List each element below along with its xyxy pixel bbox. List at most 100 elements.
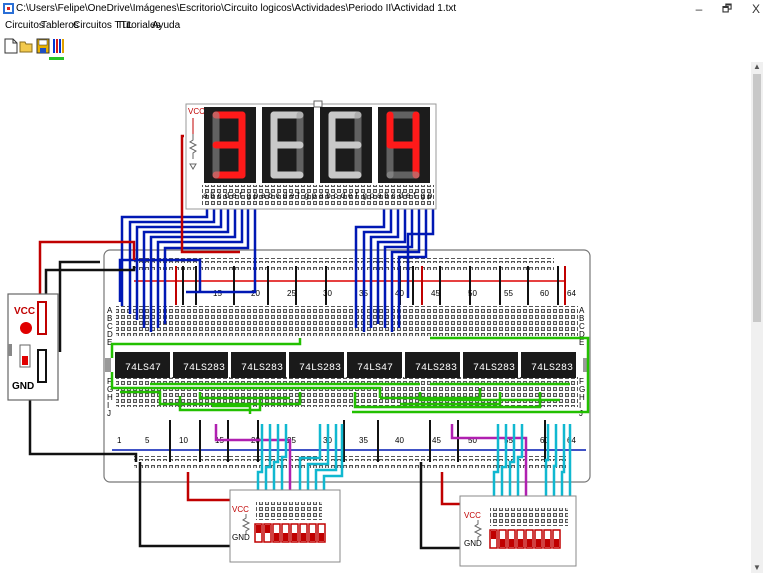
- dip-switch-knob: [536, 539, 541, 547]
- dip-switch-knob: [274, 533, 279, 541]
- dip-switch-knob: [491, 531, 496, 539]
- column-number: 25: [287, 289, 296, 298]
- column-number: 35: [359, 436, 368, 445]
- dip-switch-knob: [283, 533, 288, 541]
- chip-74ls283[interactable]: 74LS283: [173, 352, 228, 378]
- pin-label: c: [218, 191, 222, 200]
- chip-label: 74LS283: [299, 363, 341, 374]
- dip-switch-module-1[interactable]: VCC GND: [229, 489, 341, 563]
- dip-pin-holes[interactable]: [490, 508, 568, 526]
- terminal-strip-top[interactable]: [116, 306, 578, 336]
- scroll-up-arrow-icon[interactable]: ▲: [751, 62, 763, 72]
- pin-label: d: [283, 191, 287, 200]
- column-number: 15: [213, 289, 222, 298]
- menu-circuitos[interactable]: Circuitos: [5, 20, 44, 31]
- column-number: 64: [567, 289, 576, 298]
- terminal-strip-bottom[interactable]: [116, 377, 578, 407]
- column-number: 60: [540, 289, 549, 298]
- column-number: 55: [504, 289, 513, 298]
- minimize-button[interactable]: –: [686, 1, 712, 17]
- pin-label: a: [261, 191, 266, 200]
- pin-label: p: [428, 191, 433, 200]
- row-letter: E: [579, 338, 584, 347]
- pin-label: c: [392, 191, 396, 200]
- close-button[interactable]: X: [743, 1, 769, 17]
- pin-label: g: [305, 191, 309, 200]
- scroll-down-arrow-icon[interactable]: ▼: [751, 563, 763, 573]
- pin-label: c: [276, 191, 280, 200]
- dip-switch-knob: [319, 533, 324, 541]
- chip-label: 74LS283: [183, 363, 225, 374]
- chip-74ls283[interactable]: 74LS283: [231, 352, 286, 378]
- dip-switch-module-2[interactable]: VCC GND: [459, 495, 577, 567]
- pin-label: d: [341, 191, 345, 200]
- pin-label: g: [247, 191, 251, 200]
- psu-gnd-label: GND: [12, 381, 34, 392]
- chip-74ls283[interactable]: 74LS283: [289, 352, 344, 378]
- chip-label: 74LS47: [357, 363, 393, 374]
- dip-switch-knob: [292, 533, 297, 541]
- power-supply[interactable]: VCC GND: [7, 293, 59, 401]
- seven-segment-display-module[interactable]: VCC abcdefgpabcdefgpabcdefgpabcdefgp: [185, 100, 437, 210]
- pin-label: c: [334, 191, 338, 200]
- pin-label: p: [370, 191, 375, 200]
- breadboard-left-tab: [105, 358, 111, 372]
- psu-vcc-terminal[interactable]: [37, 301, 47, 335]
- chip-74ls47[interactable]: 74LS47: [115, 352, 170, 378]
- column-number: 30: [323, 289, 332, 298]
- bottom-power-rail-1[interactable]: [134, 456, 566, 461]
- pin-label: p: [254, 191, 259, 200]
- column-number: 45: [431, 289, 440, 298]
- pin-label: e: [406, 191, 411, 200]
- dip-pin-holes[interactable]: [256, 502, 322, 520]
- pin-label: a: [319, 191, 324, 200]
- power-led-icon: [20, 322, 32, 334]
- menu-bar: Circuitos Tableros Circuitos TTL Tutoria…: [0, 18, 779, 34]
- pin-label: b: [384, 191, 389, 200]
- psu-gnd-terminal[interactable]: [37, 349, 47, 383]
- chart-bars-icon[interactable]: [51, 38, 65, 54]
- chip-label: 74LS47: [125, 363, 161, 374]
- pin-label: b: [210, 191, 215, 200]
- dip-switch-knob: [545, 539, 550, 547]
- display-vcc-label: VCC: [188, 107, 205, 116]
- pin-label: g: [421, 191, 425, 200]
- dip-switch-knob: [500, 539, 505, 547]
- app-icon: [3, 3, 14, 14]
- open-folder-icon[interactable]: [19, 38, 34, 54]
- pin-label: e: [348, 191, 353, 200]
- chip-label: 74LS283: [241, 363, 283, 374]
- pin-label: p: [312, 191, 317, 200]
- column-number: 5: [145, 436, 150, 445]
- dip-vcc-label: VCC: [232, 505, 249, 514]
- title-bar: C:\Users\Felipe\OneDrive\Imágenes\Escrit…: [0, 0, 779, 18]
- chip-74ls283[interactable]: 74LS283: [521, 352, 576, 378]
- menu-ayuda[interactable]: Ayuda: [152, 20, 180, 31]
- column-number: 1: [117, 436, 122, 445]
- dip-switch-knob: [518, 539, 523, 547]
- pin-label: a: [203, 191, 208, 200]
- chip-74ls283[interactable]: 74LS283: [405, 352, 460, 378]
- maximize-button[interactable]: 🗗: [714, 1, 740, 17]
- pin-label: a: [377, 191, 382, 200]
- power-switch-lever: [22, 356, 28, 365]
- dip-gnd-label: GND: [464, 539, 482, 548]
- pin-label: b: [268, 191, 273, 200]
- active-tool-indicator: [49, 57, 64, 60]
- scroll-thumb[interactable]: [753, 74, 761, 322]
- dip-gnd-label: GND: [232, 533, 250, 542]
- dip-switch-knob: [509, 539, 514, 547]
- new-file-icon[interactable]: [4, 38, 18, 54]
- chip-74ls283[interactable]: 74LS283: [463, 352, 518, 378]
- circuit-canvas[interactable]: A B C D E A B C D E F G H I J F G H I J …: [0, 62, 750, 575]
- save-disk-icon[interactable]: [36, 38, 50, 54]
- pin-label: g: [363, 191, 367, 200]
- chip-74ls47[interactable]: 74LS47: [347, 352, 402, 378]
- vertical-scrollbar[interactable]: ▲ ▼: [751, 62, 763, 573]
- dip-vcc-label: VCC: [464, 511, 481, 520]
- pin-label: d: [399, 191, 403, 200]
- display-handle[interactable]: [313, 100, 323, 108]
- dip-switch-knob: [527, 539, 532, 547]
- pin-label: e: [232, 191, 237, 200]
- dip-switch-knob: [265, 525, 270, 533]
